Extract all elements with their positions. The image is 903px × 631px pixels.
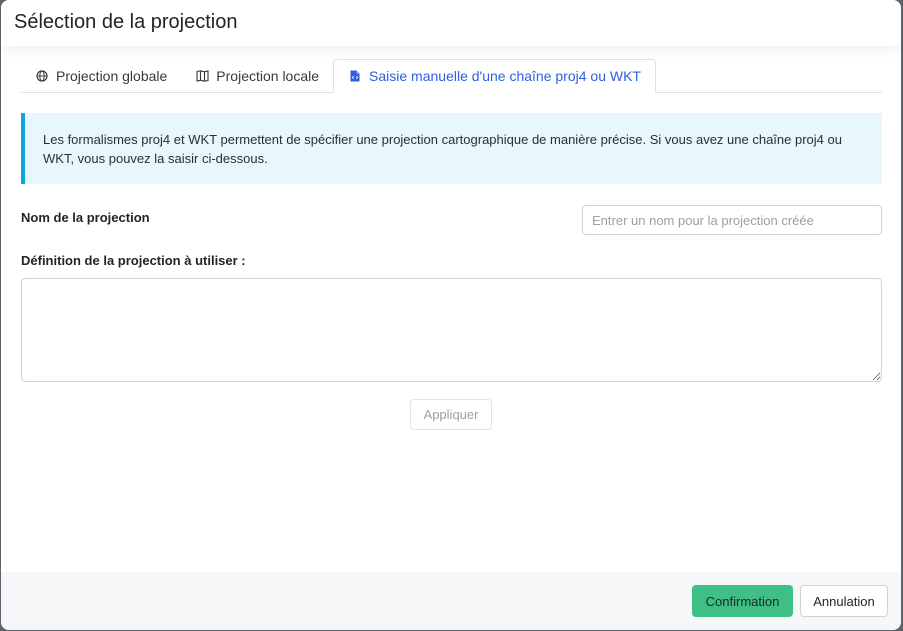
cancel-button[interactable]: Annulation xyxy=(800,585,888,617)
tab-label: Projection globale xyxy=(56,67,168,84)
projection-definition-textarea[interactable] xyxy=(21,278,882,382)
projection-name-input[interactable] xyxy=(582,205,882,235)
tab-label: Projection locale xyxy=(216,67,320,84)
projection-name-label: Nom de la projection xyxy=(21,210,150,225)
dialog-header: Sélection de la projection xyxy=(1,0,901,46)
tab-global-projection[interactable]: Projection globale xyxy=(21,59,181,92)
info-text-line-2: WKT, vous pouvez la saisir ci-dessous. xyxy=(43,151,268,166)
projection-dialog: Sélection de la projection Projection gl… xyxy=(1,0,901,630)
tab-local-projection[interactable]: Projection locale xyxy=(181,59,333,92)
tab-manual-entry[interactable]: Saisie manuelle d'une chaîne proj4 ou WK… xyxy=(333,59,656,93)
confirm-button[interactable]: Confirmation xyxy=(692,585,793,617)
tab-bar: Projection globale Projection locale Sai… xyxy=(21,59,882,93)
globe-icon xyxy=(35,69,49,83)
info-text-line-1: Les formalismes proj4 et WKT permettent … xyxy=(43,132,842,147)
apply-button[interactable]: Appliquer xyxy=(410,399,492,430)
info-alert: Les formalismes proj4 et WKT permettent … xyxy=(21,113,882,184)
file-code-icon xyxy=(348,69,362,83)
projection-definition-label: Définition de la projection à utiliser : xyxy=(21,253,246,268)
dialog-footer: Confirmation Annulation xyxy=(1,572,901,630)
map-icon xyxy=(195,69,209,83)
tab-label: Saisie manuelle d'une chaîne proj4 ou WK… xyxy=(369,68,641,84)
dialog-title: Sélection de la projection xyxy=(14,11,238,33)
